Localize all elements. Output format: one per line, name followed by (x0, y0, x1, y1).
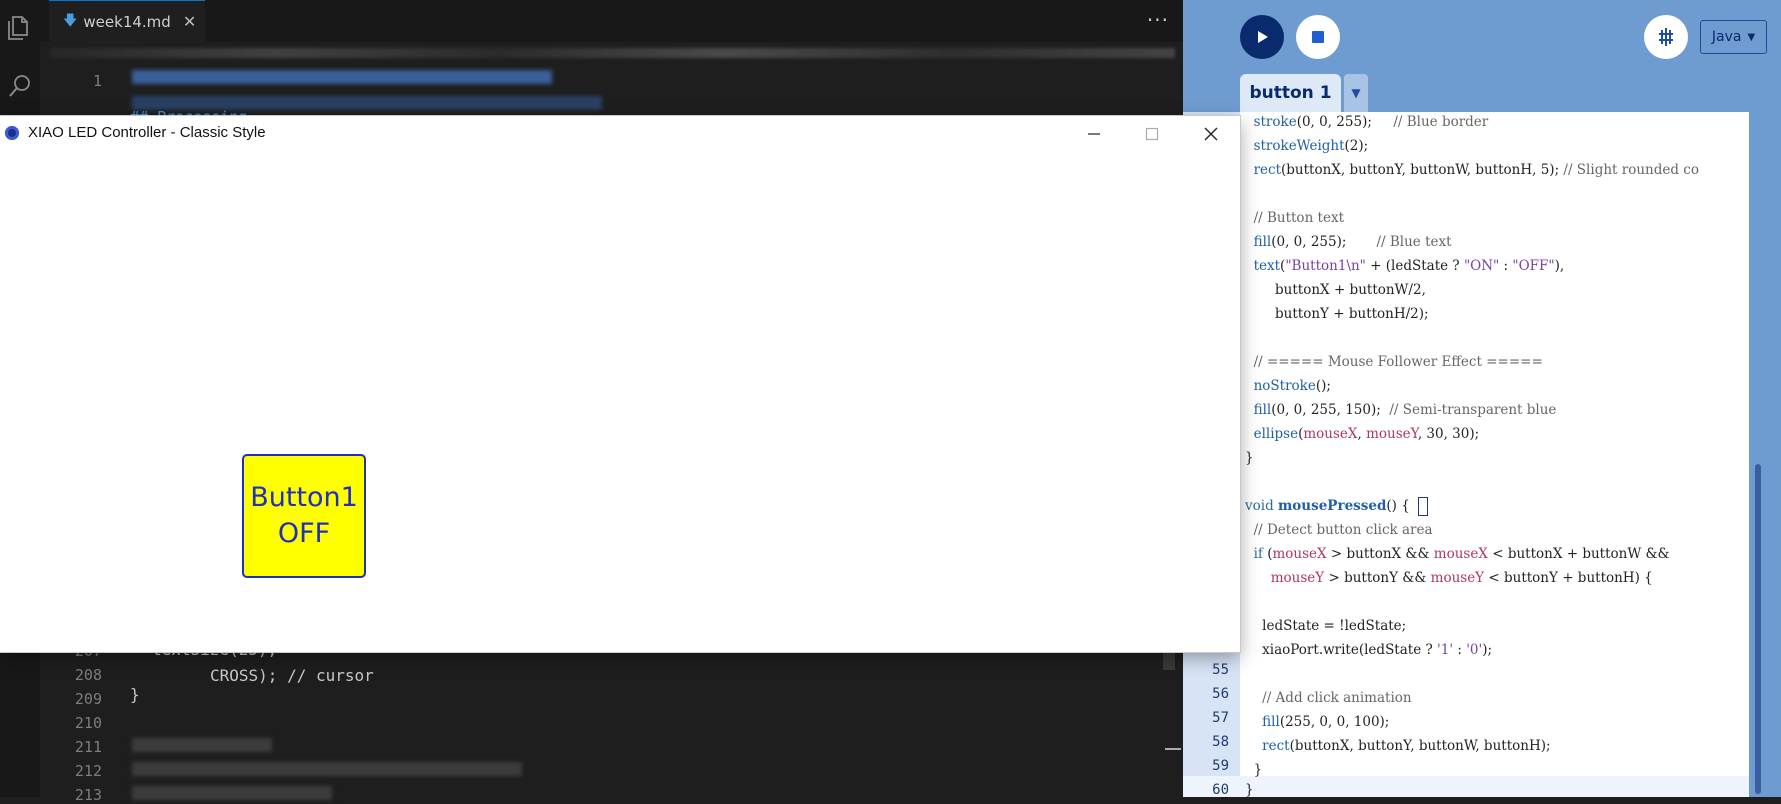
close-button[interactable] (1182, 116, 1240, 152)
code-line-blurred (132, 786, 332, 800)
scrollbar-thumb[interactable] (1755, 464, 1761, 794)
maximize-button[interactable] (1123, 116, 1181, 152)
code-line: } (1245, 762, 1263, 778)
code-line: // Detect button click area (1245, 522, 1433, 538)
line-number: 212 (74, 762, 102, 780)
sketch-tabs: button 1 ▼ (1183, 74, 1781, 112)
sketch-window: XIAO LED Controller - Classic Style Butt… (0, 116, 1240, 652)
debugger-icon (1659, 28, 1673, 46)
code-line: fill(0, 0, 255, 150); // Semi-transparen… (1245, 402, 1557, 418)
pde-toolbar: Java ▼ (1183, 0, 1781, 74)
code-line: rect(buttonX, buttonY, buttonW, buttonH,… (1245, 162, 1699, 178)
code-line: void mousePressed() { (1245, 496, 1428, 517)
debug-button[interactable] (1644, 15, 1688, 59)
close-icon (1204, 127, 1218, 141)
text-caret (1417, 497, 1428, 516)
button-label: Button1 (250, 482, 358, 513)
line-number: 56 (1212, 686, 1229, 702)
code-line: // Add click animation (1245, 690, 1412, 706)
code-line: stroke(0, 0, 255); // Blue border (1245, 114, 1489, 130)
stop-button[interactable] (1296, 15, 1340, 59)
code-line: noStroke(); (1245, 378, 1331, 394)
run-button[interactable] (1240, 15, 1284, 59)
line-number: 60 (1212, 782, 1229, 798)
code-line: fill(0, 0, 255); // Blue text (1245, 234, 1452, 250)
play-icon (1258, 31, 1268, 43)
sketch-canvas[interactable]: Button1 OFF (0, 152, 1240, 652)
code-line: ledState = !ledState; (1245, 618, 1407, 634)
editor-scrollbar[interactable] (1751, 112, 1765, 797)
search-icon[interactable] (4, 70, 36, 102)
window-title: XIAO LED Controller - Classic Style (28, 124, 266, 141)
line-number: 59 (1212, 758, 1229, 774)
code-line: buttonY + buttonH/2); (1245, 306, 1429, 322)
line-number: 58 (1212, 734, 1229, 750)
code-line: text("Button1\n" + (ledState ? "ON" : "O… (1245, 258, 1565, 274)
code-line: } (1245, 782, 1254, 798)
code-line: } (130, 685, 140, 704)
led-toggle-button[interactable]: Button1 OFF (242, 454, 366, 578)
led-state-label: OFF (277, 518, 331, 549)
maximize-icon (1145, 127, 1159, 141)
mode-label: Java (1711, 29, 1742, 45)
explorer-icon[interactable] (4, 12, 36, 44)
line-number: 57 (1212, 710, 1229, 726)
minimize-icon (1088, 133, 1100, 135)
tab-week14-md[interactable]: 🡇 week14.md ✕ (49, 0, 205, 42)
code-line: xiaoPort.write(ledState ? '1' : '0'); (1245, 642, 1493, 658)
line-number: 55 (1212, 662, 1229, 678)
code-line: // Button text (1245, 210, 1345, 226)
line-number: 209 (74, 690, 102, 708)
code-line-blurred (132, 738, 272, 752)
markdown-file-icon: 🡇 (63, 12, 78, 29)
window-titlebar[interactable]: XIAO LED Controller - Classic Style (0, 116, 1240, 152)
tab-button-1[interactable]: button 1 (1240, 74, 1341, 112)
code-line: } (1245, 450, 1254, 466)
code-line: mouseY > buttonY && mouseY < buttonY + b… (1270, 570, 1653, 586)
code-line: ellipse(mouseX, mouseY, 30, 30); (1245, 426, 1480, 442)
code-line: if (mouseX > buttonX && mouseX < buttonX… (1245, 546, 1670, 562)
code-line: CROSS); // cursor (210, 666, 374, 685)
processing-app-icon (5, 126, 19, 140)
line-number: 211 (74, 738, 102, 756)
code-line: strokeWeight(2); (1245, 138, 1369, 154)
line-number: 1 (92, 72, 102, 90)
mode-select[interactable]: Java ▼ (1700, 20, 1767, 54)
code-line: rect(buttonX, buttonY, buttonW, buttonH)… (1245, 738, 1551, 754)
minimap-marker (1165, 748, 1181, 750)
code-line: fill(255, 0, 0, 100); (1245, 714, 1390, 730)
tab-close-icon[interactable]: ✕ (183, 12, 196, 31)
stop-icon (1312, 31, 1324, 43)
tab-label: week14.md (83, 12, 171, 31)
chevron-down-icon: ▼ (1747, 31, 1756, 43)
processing-ide: Java ▼ button 1 ▼ 55 56 57 58 59 60 stro… (1183, 0, 1781, 798)
line-number: 208 (74, 666, 102, 684)
code-line-blurred (132, 70, 552, 84)
code-line: buttonX + buttonW/2, (1245, 282, 1426, 298)
code-line: // ===== Mouse Follower Effect ===== (1245, 354, 1543, 370)
editor-tab-bar: 🡇 week14.md ✕ ··· (40, 0, 1183, 42)
current-line-highlight (1183, 776, 1749, 797)
more-actions-icon[interactable]: ··· (1147, 8, 1169, 32)
tab-menu-chevron-icon[interactable]: ▼ (1344, 74, 1368, 112)
code-editor[interactable]: 55 56 57 58 59 60 stroke(0, 0, 255); // … (1183, 112, 1749, 798)
breadcrumb (50, 48, 1175, 58)
minimize-button[interactable] (1065, 116, 1123, 152)
line-number: 213 (74, 786, 102, 804)
line-number: 210 (74, 714, 102, 732)
code-line-blurred (132, 762, 522, 776)
